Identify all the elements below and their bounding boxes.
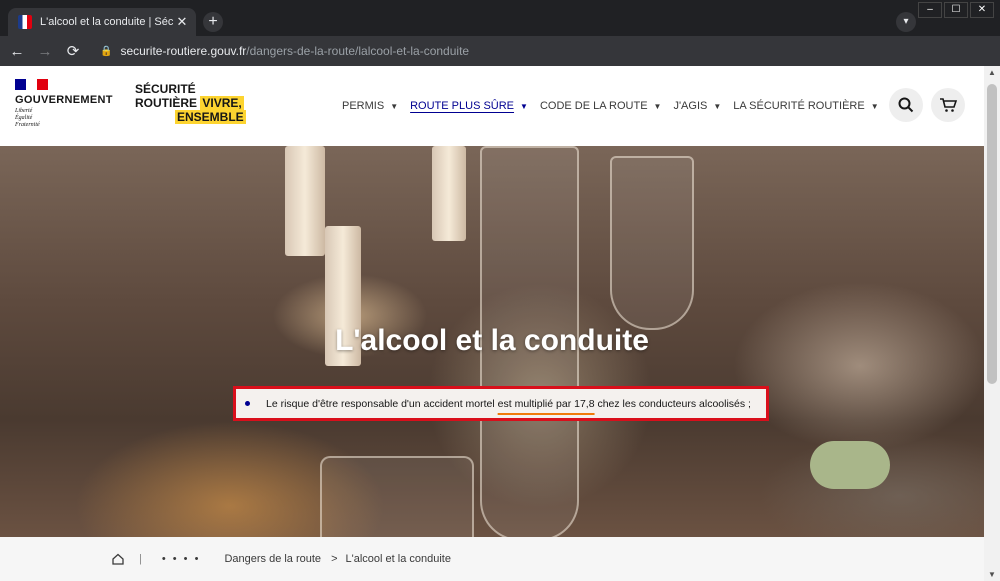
browser-tab-bar: L'alcool et la conduite | Sécurité R ✕ +… bbox=[0, 0, 1000, 36]
url-path: /dangers-de-la-route/lalcool-et-la-condu… bbox=[246, 44, 470, 58]
statement-highlight: est multiplié par 17,8 bbox=[497, 397, 595, 410]
scroll-down-icon[interactable]: ▼ bbox=[984, 570, 1000, 579]
search-icon bbox=[898, 97, 914, 113]
menu-item-jagis[interactable]: J'AGIS ▼ bbox=[673, 100, 721, 112]
menu-item-la-securite-routiere[interactable]: LA SÉCURITÉ ROUTIÈRE ▼ bbox=[733, 100, 878, 112]
lock-icon: 🔒 bbox=[100, 45, 113, 57]
breadcrumb: | • • • • Dangers de la route > L'alcool… bbox=[0, 537, 984, 581]
reload-icon[interactable]: ⟳ bbox=[62, 42, 84, 60]
breadcrumb-divider: | bbox=[139, 553, 142, 565]
candle-image bbox=[432, 146, 466, 241]
marianne-flag-icon bbox=[15, 79, 48, 90]
new-tab-button[interactable]: + bbox=[203, 12, 223, 32]
gov-name: GOUVERNEMENT bbox=[15, 94, 113, 106]
back-arrow-icon[interactable]: ← bbox=[6, 43, 28, 60]
minimize-button[interactable]: – bbox=[918, 2, 942, 18]
browser-tab[interactable]: L'alcool et la conduite | Sécurité R ✕ bbox=[8, 8, 196, 36]
cart-icon bbox=[940, 98, 957, 112]
menu-item-code-de-la-route[interactable]: CODE DE LA ROUTE ▼ bbox=[540, 100, 662, 112]
macaron-image bbox=[810, 441, 890, 489]
maximize-button[interactable]: ☐ bbox=[944, 2, 968, 18]
address-bar: ← → ⟳ 🔒 securite-routiere.gouv.fr/danger… bbox=[0, 36, 1000, 66]
home-icon[interactable] bbox=[111, 552, 125, 566]
securite-routiere-logo[interactable]: SÉCURITÉ ROUTIÈRE VIVRE, ENSEMBLE bbox=[135, 82, 246, 124]
breadcrumb-ellipsis[interactable]: • • • • bbox=[162, 553, 201, 565]
caret-down-icon: ▼ bbox=[390, 101, 399, 111]
statement-text: Le risque d'être responsable d'un accide… bbox=[266, 397, 751, 410]
window-controls: – ☐ ✕ bbox=[918, 2, 994, 18]
brand-line2: ROUTIÈRE VIVRE, bbox=[135, 96, 244, 110]
brand-line3: ENSEMBLE bbox=[175, 110, 246, 124]
site-favicon-icon bbox=[18, 15, 32, 29]
menu-item-route-plus-sure[interactable]: ROUTE PLUS SÛRE ▼ bbox=[410, 100, 528, 112]
tab-search-icon[interactable]: ▾ bbox=[896, 12, 916, 32]
main-menu: PERMIS ▼ ROUTE PLUS SÛRE ▼ CODE DE LA ROUT… bbox=[342, 100, 891, 112]
tab-title: L'alcool et la conduite | Sécurité R bbox=[40, 16, 174, 28]
champagne-glass-image bbox=[610, 156, 694, 330]
caret-down-icon: ▼ bbox=[870, 101, 879, 111]
highlighted-statement: Le risque d'être responsable d'un accide… bbox=[233, 386, 769, 421]
site-header: GOUVERNEMENT Liberté Égalité Fraternité … bbox=[0, 66, 984, 146]
forward-arrow-icon[interactable]: → bbox=[34, 43, 56, 60]
caret-down-icon: ▼ bbox=[653, 101, 662, 111]
tab-close-icon[interactable]: ✕ bbox=[174, 14, 190, 30]
hero-banner: L'alcool et la conduite Le risque d'être… bbox=[0, 146, 984, 537]
brand-line1: SÉCURITÉ bbox=[135, 82, 196, 96]
gov-motto: Liberté Égalité Fraternité bbox=[15, 108, 40, 128]
scroll-up-icon[interactable]: ▲ bbox=[984, 68, 1000, 77]
search-button[interactable] bbox=[889, 88, 923, 122]
menu-item-permis[interactable]: PERMIS ▼ bbox=[342, 100, 398, 112]
cart-button[interactable] bbox=[931, 88, 965, 122]
government-logo[interactable]: GOUVERNEMENT Liberté Égalité Fraternité bbox=[15, 79, 115, 129]
breadcrumb-section[interactable]: Dangers de la route bbox=[224, 553, 321, 565]
bullet-icon bbox=[245, 401, 250, 406]
close-window-button[interactable]: ✕ bbox=[970, 2, 994, 18]
breadcrumb-separator: > bbox=[331, 553, 338, 565]
page-scrollbar[interactable]: ▲ ▼ bbox=[984, 66, 1000, 581]
scrollbar-thumb[interactable] bbox=[987, 84, 997, 384]
candle-image bbox=[285, 146, 325, 256]
page-title: L'alcool et la conduite bbox=[335, 324, 649, 357]
url-field[interactable]: 🔒 securite-routiere.gouv.fr/dangers-de-l… bbox=[100, 44, 469, 58]
breadcrumb-current: L'alcool et la conduite bbox=[345, 553, 451, 565]
glass-image bbox=[320, 456, 474, 537]
caret-down-icon: ▼ bbox=[520, 101, 528, 111]
caret-down-icon: ▼ bbox=[713, 101, 722, 111]
url-domain: securite-routiere.gouv.fr bbox=[120, 44, 247, 58]
